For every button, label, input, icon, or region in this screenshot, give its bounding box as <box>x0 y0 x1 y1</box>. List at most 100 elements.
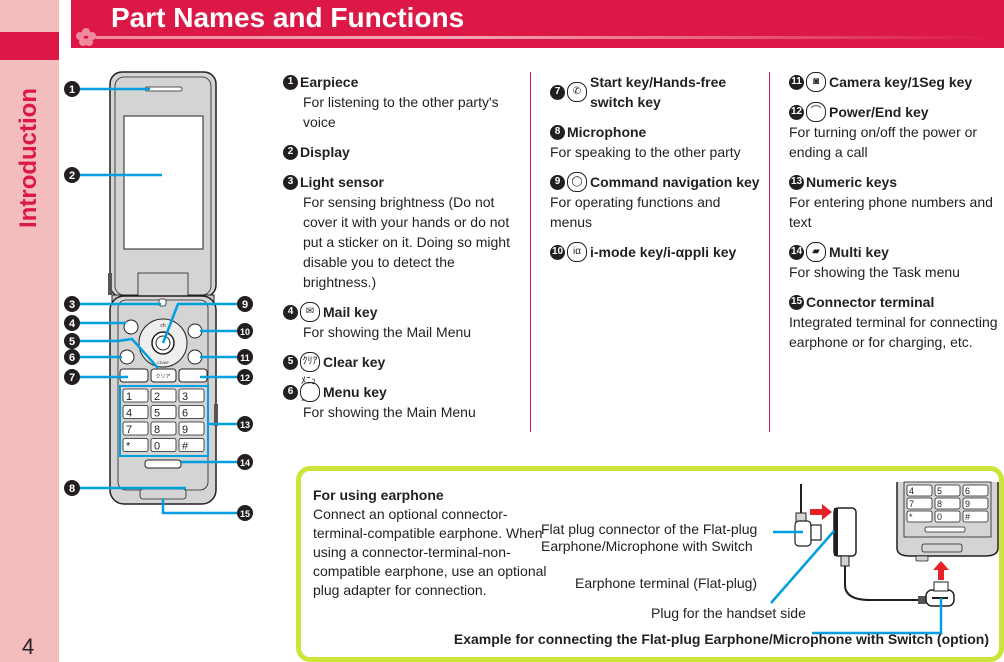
start-call-icon: ✆ <box>567 82 587 102</box>
menu-icon: ﾒﾆｭｰ <box>300 376 320 407</box>
part-name: Connector terminal <box>806 294 935 310</box>
callout-13: 13 <box>237 416 253 432</box>
mini-key-digit: 7 <box>909 499 914 509</box>
svg-text:*: * <box>126 441 131 453</box>
callout-11: 11 <box>237 349 253 365</box>
part-entry: 10 iα i-mode key/i-αppli key <box>550 242 762 262</box>
mini-key-digit: * <box>909 512 913 522</box>
svg-text:2: 2 <box>69 170 75 182</box>
imode-key <box>187 323 203 339</box>
svg-text:8: 8 <box>154 424 160 436</box>
part-description: For turning on/off the power or ending a… <box>789 124 978 160</box>
callout-2: 2 <box>64 167 80 183</box>
svg-text:3: 3 <box>182 391 188 403</box>
part-name-row: 3 Light sensor <box>283 172 523 192</box>
callout-7: 7 <box>64 369 80 385</box>
part-name: Menu key <box>323 384 387 400</box>
numeric-key: 0 <box>150 438 177 453</box>
part-name-row: 8 Microphone <box>550 122 762 142</box>
part-entry: 4 ✉ Mail key For showing the Mail Menu <box>283 302 523 342</box>
numeric-key: 4 <box>122 405 149 420</box>
svg-text:9: 9 <box>242 299 248 311</box>
part-entry: 11 ◙ Camera key/1Seg key <box>789 72 1004 92</box>
nav-top-label: ch <box>160 323 166 329</box>
svg-text:6: 6 <box>69 352 75 364</box>
svg-text:2: 2 <box>154 391 160 403</box>
svg-text:5: 5 <box>154 408 160 420</box>
mini-key-digit: 6 <box>965 486 970 496</box>
parts-column-1: 1 Earpiece For listening to the other part… <box>283 72 523 432</box>
earpiece <box>144 86 183 92</box>
connector-terminal <box>139 488 187 500</box>
part-name: Light sensor <box>300 174 385 190</box>
part-description: For speaking to the other party <box>550 144 741 160</box>
section-label: Introduction <box>15 88 42 228</box>
part-entry: 13 Numeric keys For entering phone numbers… <box>789 172 1004 232</box>
menu-key <box>119 349 135 365</box>
part-name: Power/End key <box>829 104 929 120</box>
part-name-row: 6 ﾒﾆｭｰ Menu key <box>283 376 523 407</box>
part-name: Earpiece <box>300 74 359 90</box>
mini-key-digit: 0 <box>937 512 942 522</box>
part-description: For showing the Main Menu <box>303 404 476 420</box>
part-description: For showing the Task menu <box>789 264 960 280</box>
part-number-badge: 8 <box>550 124 565 140</box>
insert-arrow-right <box>810 504 832 520</box>
numeric-key: 1 <box>122 388 149 403</box>
imode-icon: iα <box>567 242 587 262</box>
part-entry: 6 ﾒﾆｭｰ Menu key For showing the Main Menu <box>283 376 523 422</box>
part-entry: 5 ｸﾘｱ Clear key <box>283 352 523 372</box>
callout-14: 14 <box>237 454 253 470</box>
numeric-key: * <box>122 438 149 453</box>
phone-body: ch CD/AF クリア 1 2 3 4 5 6 7 8 9 * 0 # <box>108 71 218 505</box>
part-name: Microphone <box>567 124 647 140</box>
part-entry: 3 Light sensor For sensing brightness (Do … <box>283 172 523 292</box>
part-name: Mail key <box>323 304 378 320</box>
callout-1: 1 <box>64 81 80 97</box>
part-name-row: 13 Numeric keys <box>789 172 1004 192</box>
callout-5: 5 <box>64 333 80 349</box>
svg-text:#: # <box>182 441 189 453</box>
part-name-row: 2 Display <box>283 142 523 162</box>
svg-text:12: 12 <box>240 373 250 383</box>
numeric-key: 8 <box>150 421 177 436</box>
svg-text:8: 8 <box>69 483 75 495</box>
multi-key <box>144 459 182 469</box>
end-key <box>178 368 208 383</box>
part-number-badge: 15 <box>789 294 804 310</box>
numeric-key: 9 <box>178 421 205 436</box>
part-description: For sensing brightness (Do not cover it … <box>303 194 510 290</box>
mini-key-digit: 9 <box>965 499 970 509</box>
numeric-key: 6 <box>178 405 205 420</box>
part-name-row: 7 ✆ Start key/Hands-free switch key <box>550 72 762 112</box>
svg-text:13: 13 <box>240 420 250 430</box>
flat-plug-connector <box>794 520 812 547</box>
clear-key-label: クリア <box>155 374 170 380</box>
svg-text:11: 11 <box>240 353 250 363</box>
page-number: 4 <box>22 634 35 659</box>
svg-text:0: 0 <box>154 441 160 453</box>
parts-column-3: 11 ◙ Camera key/1Seg key 12 ⌒ Power/End key Fo… <box>769 72 1004 432</box>
part-name: Multi key <box>829 244 889 260</box>
part-entry: 2 Display <box>283 142 523 162</box>
callout-3: 3 <box>64 296 80 312</box>
nav-circle-icon: ◯ <box>567 172 587 192</box>
part-name: i-mode key/i-αppli key <box>590 244 737 260</box>
svg-text:4: 4 <box>69 318 76 330</box>
part-name-row: 9 ◯ Command navigation key <box>550 172 762 192</box>
part-description: For entering phone numbers and text <box>789 194 993 230</box>
mini-key-digit: 8 <box>937 499 942 509</box>
part-number-badge: 6 <box>283 384 298 400</box>
camera-icon: ◙ <box>806 72 826 92</box>
part-entry: 1 Earpiece For listening to the other part… <box>283 72 523 132</box>
numeric-key: 2 <box>150 388 177 403</box>
callout-8: 8 <box>64 480 80 496</box>
svg-text:7: 7 <box>69 372 75 384</box>
mini-key-digit: 5 <box>937 486 942 496</box>
insert-arrow-up <box>933 561 949 580</box>
numeric-key: 5 <box>150 405 177 420</box>
flower-icon <box>76 28 96 46</box>
diagram-caption: Example for connecting the Flat-plug Ear… <box>453 631 989 647</box>
part-entry: 7 ✆ Start key/Hands-free switch key <box>550 72 762 112</box>
part-name-row: 14 ▰ Multi key <box>789 242 1004 262</box>
